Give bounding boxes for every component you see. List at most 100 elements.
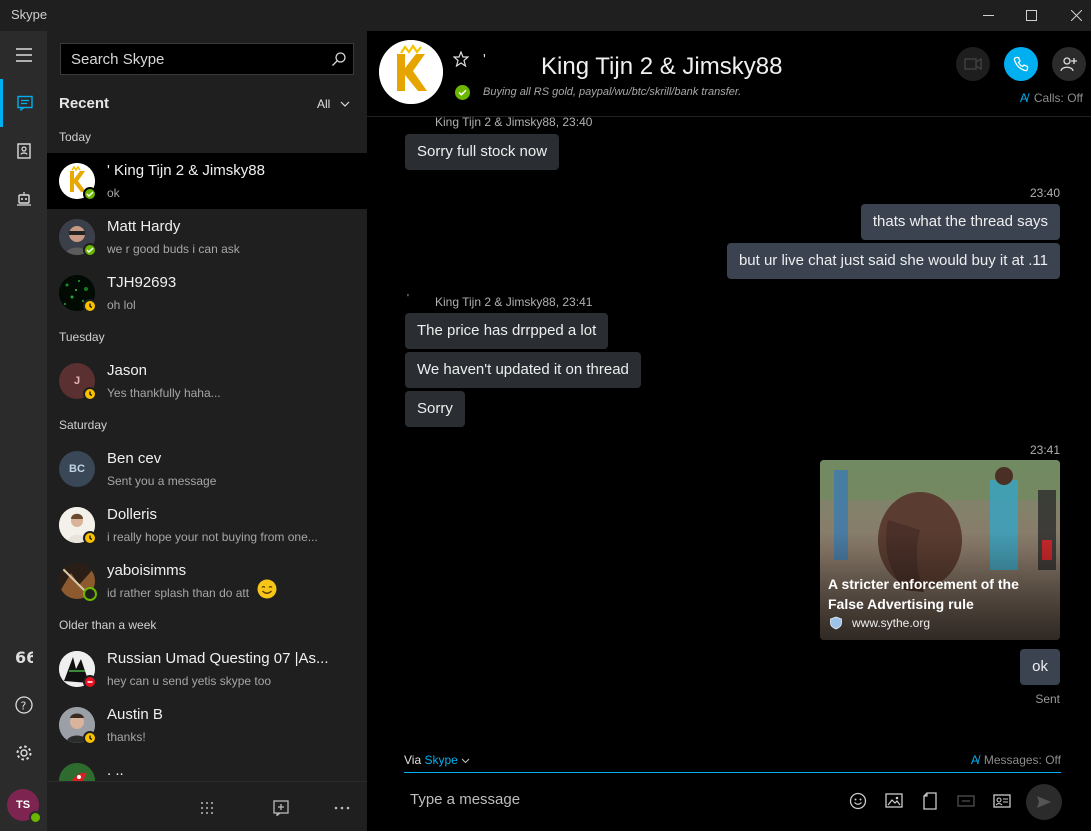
outgoing-message[interactable]: ok <box>1020 649 1060 685</box>
via-selector[interactable]: Via Skype <box>404 753 470 767</box>
svg-text:?: ? <box>20 700 26 713</box>
conversation-item[interactable]: yaboisimms id rather splash than do att <box>47 553 367 609</box>
message-input[interactable] <box>410 791 810 808</box>
contacts-nav-button[interactable] <box>0 127 47 175</box>
outgoing-message[interactable]: thats what the thread says <box>860 204 1060 240</box>
contact-name: yaboisimms <box>107 562 187 579</box>
app-title: Skype <box>11 7 48 22</box>
contact-name: Matt Hardy <box>107 218 181 235</box>
incoming-message[interactable]: We haven't updated it on thread <box>405 352 641 388</box>
status-away-icon <box>83 299 97 313</box>
nav-rail: 66 ? TS <box>0 31 47 831</box>
conversation-item[interactable]: ' King Tijn 2 & Jimsky88 ok <box>47 153 367 209</box>
message-preview: hey can u send yetis skype too <box>107 674 272 688</box>
bot-icon <box>16 192 31 206</box>
quotes-nav-button[interactable]: 66 <box>0 633 47 681</box>
conversation-item[interactable]: TJH92693 oh lol <box>47 265 367 321</box>
send-contact-button[interactable] <box>991 790 1013 812</box>
conversation-item[interactable]: Austin B thanks! <box>47 697 367 753</box>
menu-button[interactable] <box>0 31 47 79</box>
more-options-button[interactable] <box>330 796 354 820</box>
search-icon[interactable] <box>331 51 347 72</box>
video-message-button[interactable] <box>955 790 977 812</box>
emoticon-button[interactable] <box>847 790 869 812</box>
maximize-icon <box>1025 10 1037 21</box>
gear-icon <box>16 745 31 761</box>
more-icon <box>334 806 350 810</box>
hamburger-icon <box>15 48 32 62</box>
link-card-title: A stricter enforcement of the False Adve… <box>828 576 1019 612</box>
contact-name: Jason <box>107 362 148 379</box>
conversation-item[interactable]: . .. <box>47 753 367 781</box>
add-people-button[interactable] <box>1052 47 1086 81</box>
incoming-message[interactable]: Sorry <box>405 391 465 427</box>
settings-button[interactable] <box>0 729 47 777</box>
chevron-down-icon <box>340 101 350 107</box>
link-preview-card[interactable]: A stricter enforcement of the False Adve… <box>820 460 1060 640</box>
send-file-button[interactable] <box>919 790 941 812</box>
title-bar: Skype <box>0 0 1091 31</box>
conversation-item[interactable]: Matt Hardy we r good buds i can ask <box>47 209 367 265</box>
favorite-star-icon[interactable] <box>452 50 470 72</box>
message-preview: oh lol <box>107 298 136 312</box>
section-header-older: Older than a week <box>59 618 157 632</box>
help-button[interactable]: ? <box>0 681 47 729</box>
dialpad-icon <box>201 802 213 814</box>
section-header-saturday: Saturday <box>59 418 108 432</box>
close-icon <box>1070 10 1082 21</box>
contact-name: . .. <box>107 762 124 779</box>
avatar-initials: BC <box>69 463 85 475</box>
video-camera-icon <box>964 58 982 70</box>
via-service[interactable]: Skype <box>424 753 457 767</box>
maximize-button[interactable] <box>1008 0 1054 31</box>
conversation-item[interactable]: Dolleris i really hope your not buying f… <box>47 497 367 553</box>
help-icon: ? <box>14 696 33 714</box>
conversation-item[interactable]: Russian Umad Questing 07 |As... hey can … <box>47 641 367 697</box>
contacts-icon <box>16 143 31 159</box>
incoming-message[interactable]: The price has drrpped a lot <box>405 313 609 349</box>
search-box[interactable] <box>60 43 354 75</box>
status-online-icon <box>455 85 470 100</box>
timestamp: 23:41 <box>1029 443 1060 457</box>
my-status-icon <box>29 811 42 824</box>
audio-call-button[interactable] <box>1004 47 1038 81</box>
file-icon <box>923 792 937 810</box>
send-icon <box>1037 796 1051 808</box>
calls-translation-status[interactable]: A̸ Calls: Off <box>1020 91 1083 105</box>
via-label: Via <box>404 753 422 767</box>
video-call-button[interactable] <box>956 47 990 81</box>
incoming-message[interactable]: Sorry full stock now <box>405 134 560 170</box>
new-chat-button[interactable] <box>269 796 293 820</box>
minimize-icon <box>982 15 994 16</box>
status-dnd-icon <box>83 675 97 689</box>
timestamp: 23:40 <box>1029 186 1060 200</box>
minimize-button[interactable] <box>965 0 1011 31</box>
delivery-status: Sent <box>1035 692 1060 706</box>
chats-nav-button[interactable] <box>0 79 47 127</box>
my-avatar[interactable]: TS <box>7 789 42 824</box>
chat-title[interactable]: King Tijn 2 & Jimsky88 <box>541 53 782 81</box>
chat-avatar[interactable] <box>379 40 443 104</box>
conversation-item[interactable]: BC Ben cev Sent you a message <box>47 441 367 497</box>
messages-translation-status[interactable]: A̸ Messages: Off <box>971 753 1061 767</box>
add-person-icon <box>1060 57 1077 72</box>
conversation-item[interactable]: J Jason Yes thankfully haha... <box>47 353 367 409</box>
message-preview: Yes thankfully haha... <box>107 386 221 400</box>
search-input[interactable] <box>71 51 321 68</box>
close-button[interactable] <box>1053 0 1091 31</box>
contact-name: Russian Umad Questing 07 |As... <box>107 650 329 667</box>
status-online-icon <box>83 187 97 201</box>
filter-dropdown[interactable]: All <box>317 97 350 111</box>
message-preview: we r good buds i can ask <box>107 242 240 256</box>
outgoing-message[interactable]: but ur live chat just said she would buy… <box>726 243 1060 279</box>
translate-icon: A̸ <box>1019 91 1028 105</box>
send-button[interactable] <box>1026 784 1062 820</box>
calls-status-label: Calls: Off <box>1033 91 1083 105</box>
dialpad-button[interactable] <box>195 796 219 820</box>
message-preview: id rather splash than do att <box>107 586 250 600</box>
send-image-button[interactable] <box>883 790 905 812</box>
video-message-icon <box>957 795 975 807</box>
bots-nav-button[interactable] <box>0 175 47 223</box>
message-preview: thanks! <box>107 730 146 744</box>
sender-prefix: ' <box>407 293 409 304</box>
